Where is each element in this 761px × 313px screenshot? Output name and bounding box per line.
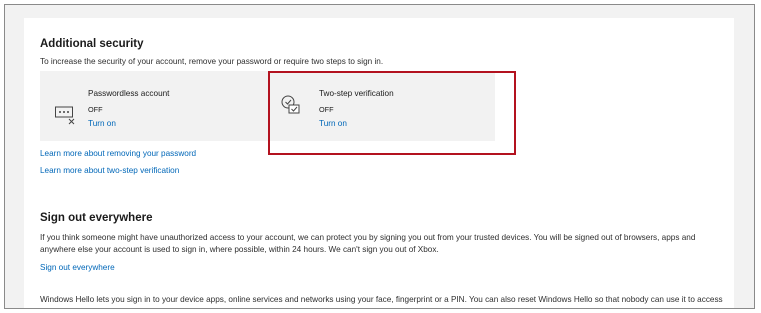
windows-hello-description: Windows Hello lets you sign in to your d… xyxy=(40,295,723,308)
security-panel: Additional security To increase the secu… xyxy=(24,18,734,308)
passwordless-status: OFF xyxy=(88,105,103,114)
learn-remove-password-link[interactable]: Learn more about removing your password xyxy=(40,149,196,158)
additional-security-title: Additional security xyxy=(40,38,144,50)
highlight-box xyxy=(268,71,516,155)
sign-out-description: If you think someone might have unauthor… xyxy=(40,233,696,254)
password-dots-icon xyxy=(55,106,75,125)
additional-security-description: To increase the security of your account… xyxy=(40,57,384,66)
learn-two-step-link[interactable]: Learn more about two-step verification xyxy=(40,166,179,175)
passwordless-card[interactable]: Passwordless account OFF Turn on xyxy=(40,71,260,141)
passwordless-title: Passwordless account xyxy=(88,89,170,98)
sign-out-title: Sign out everywhere xyxy=(40,212,153,224)
passwordless-turn-on-link[interactable]: Turn on xyxy=(88,119,116,128)
screenshot-frame: Additional security To increase the secu… xyxy=(4,4,755,309)
sign-out-everywhere-link[interactable]: Sign out everywhere xyxy=(40,263,115,272)
